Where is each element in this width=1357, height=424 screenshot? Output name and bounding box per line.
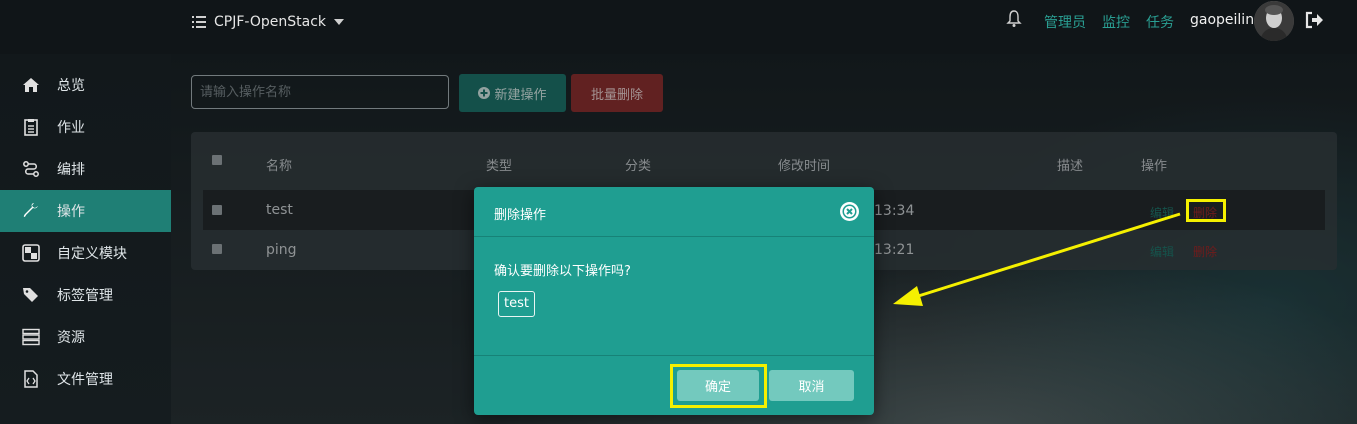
bell-icon[interactable] <box>1006 10 1022 28</box>
sidebar-item-resources[interactable]: 资源 <box>0 316 171 358</box>
project-name: CPJF-OpenStack <box>214 14 326 30</box>
sidebar-item-label: 自定义模块 <box>57 246 127 262</box>
sidebar-item-label: 总览 <box>57 78 85 94</box>
admin-link[interactable]: 管理员 <box>1044 12 1086 32</box>
sidebar-item-files[interactable]: 文件管理 <box>0 358 171 400</box>
avatar-image <box>1254 1 1294 41</box>
operation-tag: test <box>498 291 535 317</box>
username[interactable]: gaopeilin <box>1190 12 1254 28</box>
sidebar-item-label: 编排 <box>57 162 85 178</box>
dialog-footer-divider <box>474 355 874 356</box>
sidebar-item-tags[interactable]: 标签管理 <box>0 274 171 316</box>
route-icon <box>23 161 39 177</box>
cancel-button[interactable]: 取消 <box>769 370 854 401</box>
module-icon <box>22 244 40 262</box>
confirm-highlight-box <box>670 364 767 408</box>
server-icon <box>22 328 40 346</box>
dialog-title: 删除操作 <box>494 208 547 223</box>
delete-highlight-box <box>1186 199 1226 222</box>
avatar[interactable] <box>1254 1 1294 41</box>
dialog-question: 确认要删除以下操作吗? <box>494 264 631 279</box>
sidebar-item-label: 标签管理 <box>57 288 113 304</box>
tags-icon <box>23 288 38 302</box>
close-icon[interactable] <box>839 201 860 222</box>
project-selector[interactable]: CPJF-OpenStack <box>192 12 344 32</box>
sidebar-item-operations[interactable]: 操作 <box>0 190 171 232</box>
sidebar-item-orchestration[interactable]: 编排 <box>0 148 171 190</box>
wrench-icon <box>23 203 38 217</box>
sidebar-item-label: 文件管理 <box>57 372 113 388</box>
sidebar-item-label: 资源 <box>57 330 85 346</box>
chevron-down-icon <box>334 19 344 25</box>
home-icon <box>23 78 39 92</box>
list-icon <box>192 16 206 28</box>
sidebar-item-overview[interactable]: 总览 <box>0 64 171 106</box>
monitor-link[interactable]: 监控 <box>1102 12 1130 32</box>
clipboard-icon <box>24 119 38 136</box>
file-code-icon <box>24 370 38 388</box>
dialog-header: 删除操作 <box>474 187 874 237</box>
sidebar-item-label: 作业 <box>57 120 85 136</box>
sidebar-item-custom-modules[interactable]: 自定义模块 <box>0 232 171 274</box>
tasks-link[interactable]: 任务 <box>1146 12 1174 32</box>
sidebar-item-label: 操作 <box>57 204 85 220</box>
logout-icon[interactable] <box>1304 10 1324 30</box>
sidebar-item-jobs[interactable]: 作业 <box>0 106 171 148</box>
